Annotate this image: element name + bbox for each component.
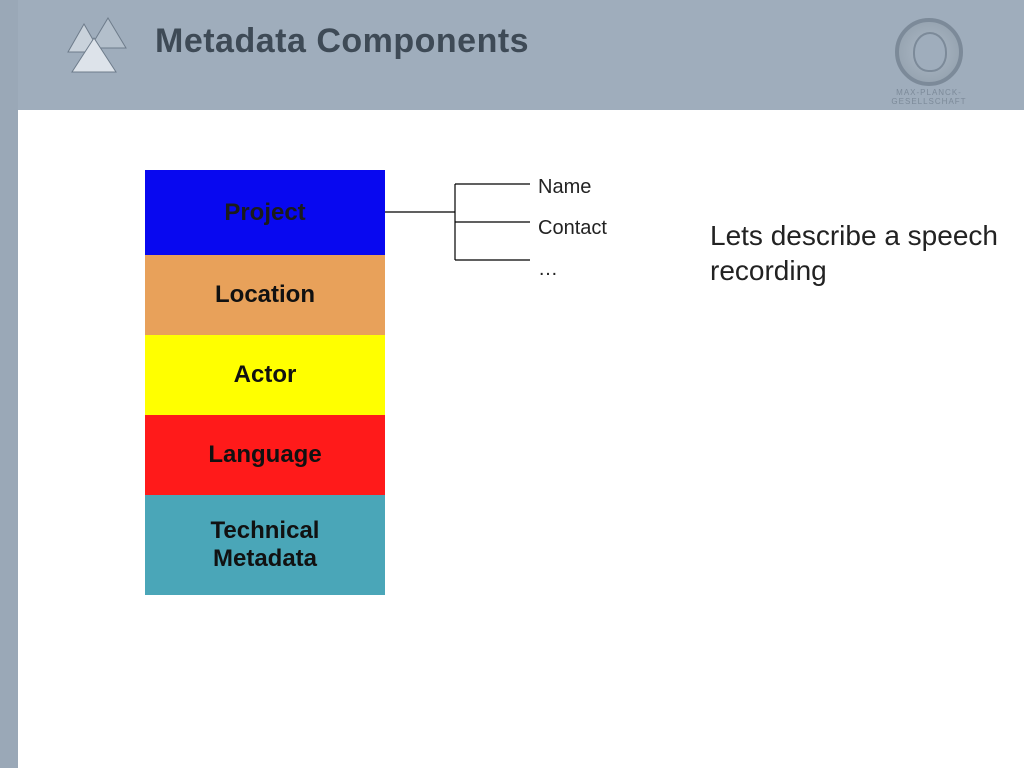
project-callouts: Name Contact … [538, 176, 607, 299]
emblem-text: MAX-PLANCK-GESELLSCHAFT [864, 88, 994, 106]
side-stripe [0, 0, 18, 768]
block-technical: TechnicalMetadata [145, 495, 385, 595]
block-project: Project [145, 170, 385, 255]
block-language: Language [145, 415, 385, 495]
description-text: Lets describe a speech recording [710, 218, 1000, 288]
page-title: Metadata Components [155, 22, 529, 61]
callout-more: … [538, 258, 607, 281]
triangles-logo [62, 14, 132, 74]
emblem-logo: MAX-PLANCK-GESELLSCHAFT [864, 18, 994, 106]
block-actor: Actor [145, 335, 385, 415]
component-stack: Project Location Actor Language Technica… [145, 170, 385, 595]
connector-lines [385, 170, 545, 290]
callout-contact: Contact [538, 217, 607, 240]
callout-name: Name [538, 176, 607, 199]
header-bar: Metadata Components MAX-PLANCK-GESELLSCH… [0, 0, 1024, 110]
block-location: Location [145, 255, 385, 335]
